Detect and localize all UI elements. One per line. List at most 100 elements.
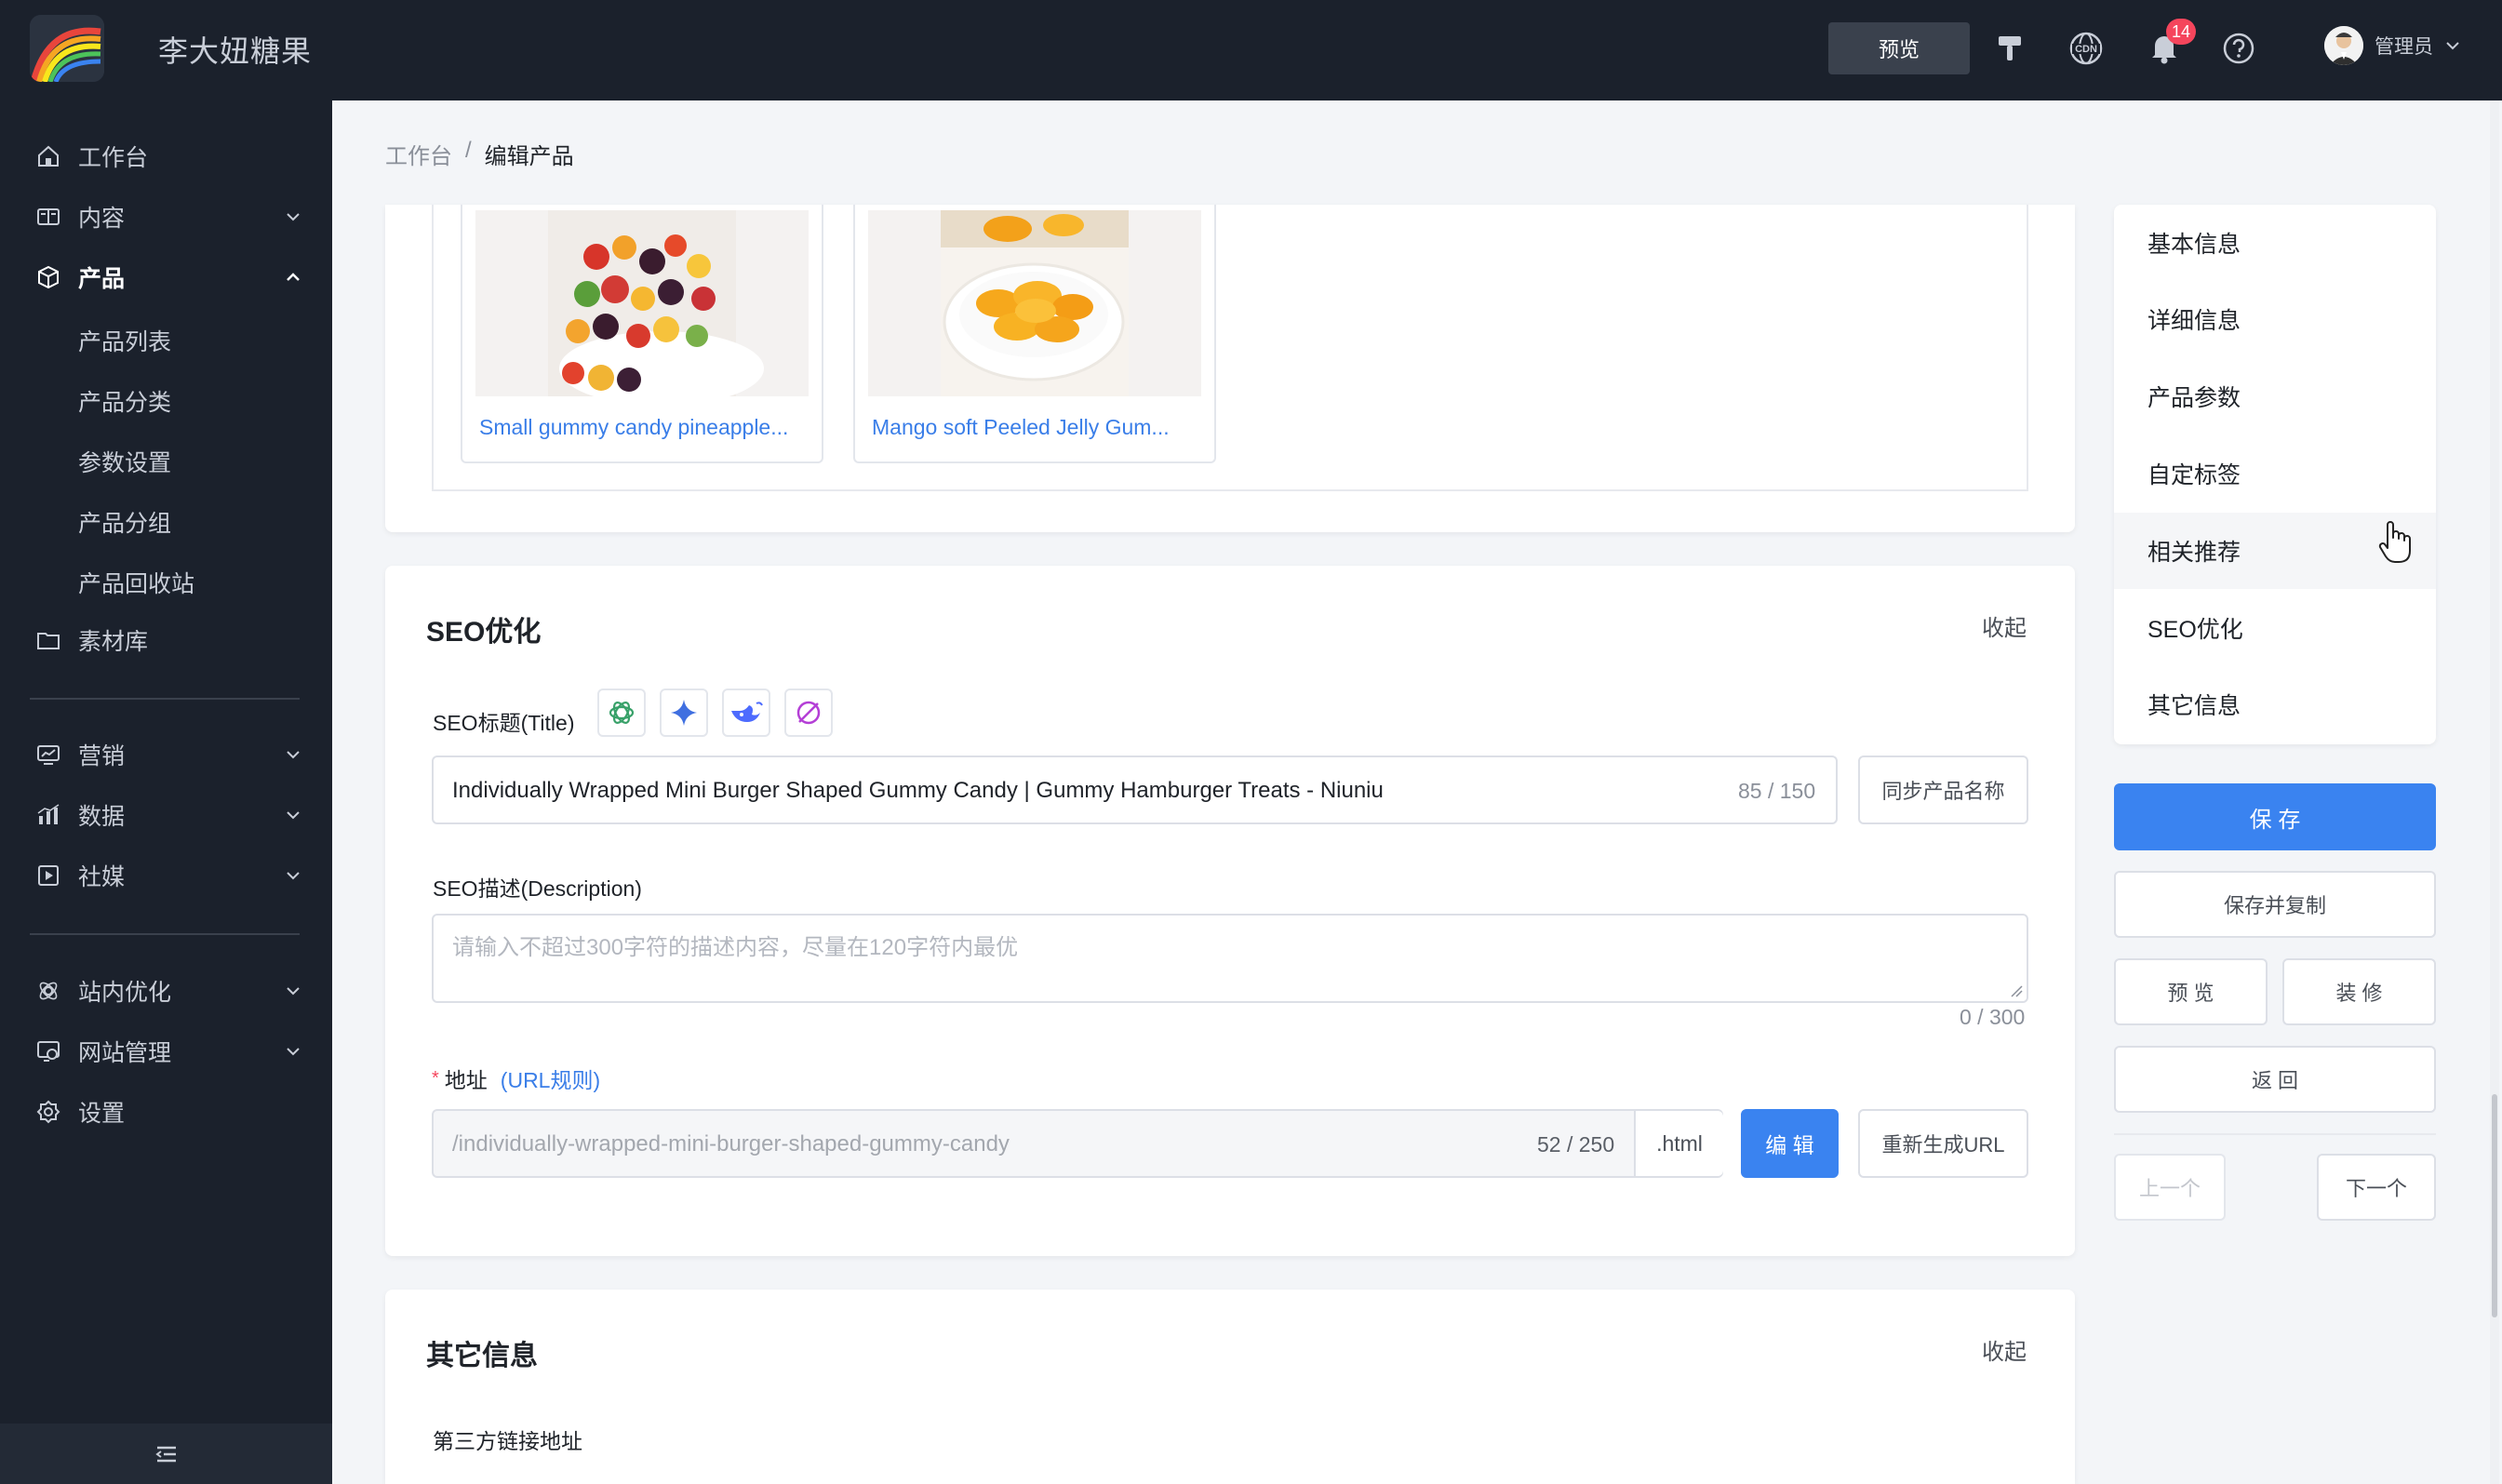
menu-fold-icon	[154, 1443, 180, 1465]
url-input[interactable]: /individually-wrapped-mini-burger-shaped…	[432, 1109, 1723, 1178]
anchor-custom-tags[interactable]: 自定标签	[2114, 435, 2436, 512]
seo-title-label: SEO标题(Title)	[433, 711, 575, 735]
seo-title-value: Individually Wrapped Mini Burger Shaped …	[452, 778, 1384, 803]
product-icon	[35, 264, 61, 290]
paint-brush-icon[interactable]	[1989, 28, 2030, 69]
sidebar-item-label: 素材库	[78, 629, 149, 655]
help-icon[interactable]	[2218, 28, 2259, 69]
website-icon	[35, 1038, 61, 1064]
other-info-title: 其它信息	[426, 1341, 538, 1371]
sidebar-collapse-toggle[interactable]	[0, 1424, 332, 1484]
sidebar-subitem-product-group[interactable]: 产品分组	[78, 505, 171, 539]
cdn-icon[interactable]: CDN	[2066, 28, 2107, 69]
chevron-down-icon	[282, 1040, 304, 1063]
site-logo[interactable]	[30, 15, 104, 82]
header-divider	[1951, 28, 1953, 69]
edit-url-button[interactable]: 编 辑	[1741, 1109, 1839, 1178]
url-label-row: * 地址 (URL规则)	[432, 1063, 600, 1094]
sync-product-name-button[interactable]: 同步产品名称	[1858, 755, 2028, 824]
marketing-icon	[35, 742, 61, 768]
gemini-icon	[669, 698, 699, 728]
anchor-detail-info[interactable]: 详细信息	[2114, 281, 2436, 357]
section-anchor-panel: 基本信息 详细信息 产品参数 自定标签 相关推荐 SEO优化 其它信息	[2114, 205, 2436, 744]
preview-button-side[interactable]: 预 览	[2114, 958, 2268, 1025]
svg-text:CDN: CDN	[2075, 44, 2097, 55]
regenerate-url-button[interactable]: 重新生成URL	[1858, 1109, 2028, 1178]
sidebar-item-data[interactable]: 数据	[0, 787, 332, 843]
product-image	[475, 210, 809, 396]
next-button[interactable]: 下一个	[2317, 1154, 2436, 1221]
preview-button[interactable]: 预览	[1828, 22, 1970, 74]
sidebar-item-marketing[interactable]: 营销	[0, 727, 332, 782]
action-divider	[2114, 1133, 2436, 1135]
decorate-button[interactable]: 装 修	[2282, 958, 2436, 1025]
sidebar-item-label: 内容	[78, 206, 126, 232]
chatgpt-button[interactable]	[597, 689, 646, 737]
chevron-down-icon	[282, 804, 304, 826]
anchor-other-info[interactable]: 其它信息	[2114, 666, 2436, 742]
folder-icon	[35, 627, 61, 653]
related-product-card[interactable]: Mango soft Peeled Jelly Gum...	[853, 205, 1216, 463]
gemini-button[interactable]	[660, 689, 708, 737]
sidebar-item-settings[interactable]: 设置	[0, 1084, 332, 1140]
seo-description-counter: 0 / 300	[1960, 1005, 2026, 1029]
home-icon	[35, 143, 61, 169]
sidebar-item-product[interactable]: 产品	[0, 249, 332, 305]
url-label: 地址	[444, 1068, 488, 1092]
product-name-link[interactable]: Small gummy candy pineapple...	[479, 415, 814, 440]
deepseek-button[interactable]	[722, 689, 770, 737]
required-mark: *	[432, 1067, 439, 1089]
sidebar-item-label: 设置	[78, 1101, 126, 1127]
anchor-product-params[interactable]: 产品参数	[2114, 358, 2436, 435]
related-product-card[interactable]: Small gummy candy pineapple...	[461, 205, 823, 463]
sidebar-item-label: 网站管理	[78, 1040, 172, 1066]
chevron-down-icon	[282, 743, 304, 766]
save-button[interactable]: 保 存	[2114, 783, 2436, 850]
avatar	[2324, 26, 2363, 65]
sidebar-subitem-param-settings[interactable]: 参数设置	[78, 445, 171, 478]
chevron-down-icon	[282, 864, 304, 887]
url-suffix: .html	[1634, 1111, 1723, 1176]
product-name-link[interactable]: Mango soft Peeled Jelly Gum...	[872, 415, 1207, 440]
chevron-down-icon	[282, 980, 304, 1002]
anchor-basic-info[interactable]: 基本信息	[2114, 205, 2436, 281]
notification-badge: 14	[2166, 19, 2197, 45]
breadcrumb-root[interactable]: 工作台	[385, 138, 452, 170]
seo-collapse-button[interactable]: 收起	[1982, 609, 2027, 642]
save-and-copy-button[interactable]: 保存并复制	[2114, 871, 2436, 938]
user-menu[interactable]: 管理员	[2324, 26, 2461, 65]
resize-handle-icon[interactable]	[2010, 984, 2023, 997]
sidebar-subitem-product-recycle[interactable]: 产品回收站	[78, 566, 194, 599]
breadcrumb-current: 编辑产品	[484, 144, 574, 169]
sidebar-item-label: 社媒	[78, 864, 126, 890]
url-counter: 52 / 250	[1537, 1132, 1615, 1156]
anchor-seo[interactable]: SEO优化	[2114, 590, 2436, 666]
other-info-collapse-button[interactable]: 收起	[1982, 1333, 2027, 1366]
sidebar-item-workbench[interactable]: 工作台	[0, 128, 332, 184]
chevron-up-icon	[282, 266, 304, 288]
sidebar-item-website[interactable]: 网站管理	[0, 1023, 332, 1079]
sidebar-subitem-product-list[interactable]: 产品列表	[78, 324, 171, 357]
sidebar-item-label: 数据	[78, 804, 126, 830]
sidebar-subitem-product-category[interactable]: 产品分类	[78, 384, 171, 418]
media-icon	[35, 862, 61, 889]
ai-model-button[interactable]	[784, 689, 833, 737]
seo-description-textarea[interactable]: 请输入不超过300字符的描述内容，尽量在120字符内最优	[432, 914, 2028, 1003]
sidebar-item-onsite-seo[interactable]: 站内优化	[0, 963, 332, 1019]
site-name: 李大妞糖果	[158, 34, 313, 68]
seo-title-counter: 85 / 150	[1738, 779, 1816, 803]
sidebar-item-content[interactable]: 内容	[0, 189, 332, 245]
sidebar-item-assets[interactable]: 素材库	[0, 612, 332, 668]
prev-button[interactable]: 上一个	[2114, 1154, 2226, 1221]
top-bar: 李大妞糖果 预览 CDN 14 管理员	[0, 0, 2502, 100]
sidebar-item-social[interactable]: 社媒	[0, 848, 332, 903]
sidebar-item-label: 工作台	[78, 145, 149, 171]
seo-title-input[interactable]: Individually Wrapped Mini Burger Shaped …	[432, 755, 1838, 824]
url-rule-link[interactable]: (URL规则)	[501, 1063, 600, 1094]
chevron-down-icon	[282, 206, 304, 228]
seo-description-placeholder: 请输入不超过300字符的描述内容，尽量在120字符内最优	[452, 935, 1019, 960]
back-button[interactable]: 返 回	[2114, 1046, 2436, 1113]
scrollbar-thumb[interactable]	[2492, 1094, 2497, 1317]
settings-icon	[35, 1099, 61, 1125]
seo-section-title: SEO优化	[426, 617, 542, 648]
